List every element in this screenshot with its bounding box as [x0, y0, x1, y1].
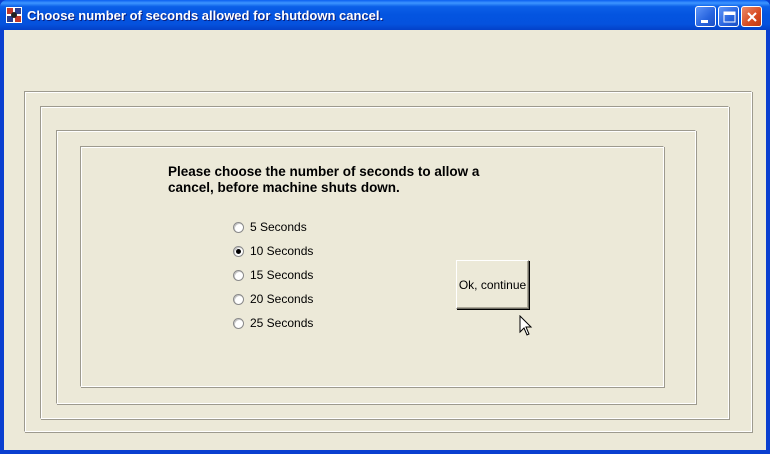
prompt-line-2: cancel, before machine shuts down.: [168, 180, 400, 195]
mouse-pointer-icon: [519, 315, 533, 336]
radio-button[interactable]: [233, 293, 244, 305]
radio-button[interactable]: [233, 317, 244, 329]
prompt-line-1: Please choose the number of seconds to a…: [168, 164, 480, 179]
radio-button[interactable]: [233, 221, 244, 233]
minimize-icon: [701, 20, 708, 23]
title-bar[interactable]: Choose number of seconds allowed for shu…: [0, 0, 770, 30]
app-icon[interactable]: [6, 7, 22, 23]
radio-button-selected[interactable]: [233, 245, 244, 257]
radio-selected-dot: [236, 248, 241, 254]
maximize-button[interactable]: [718, 6, 739, 27]
radio-button[interactable]: [233, 269, 244, 281]
client-area: Please choose the number of seconds to a…: [4, 30, 766, 450]
radio-label[interactable]: 5 Seconds: [250, 220, 307, 234]
radio-25-seconds[interactable]: 25 Seconds: [233, 315, 313, 331]
maximize-icon: [723, 11, 736, 23]
radio-20-seconds[interactable]: 20 Seconds: [233, 291, 313, 307]
close-icon: [747, 12, 757, 22]
radio-label[interactable]: 10 Seconds: [250, 244, 313, 258]
radio-10-seconds[interactable]: 10 Seconds: [233, 243, 313, 259]
close-button[interactable]: [741, 6, 762, 27]
window-title: Choose number of seconds allowed for shu…: [27, 8, 384, 23]
radio-label[interactable]: 20 Seconds: [250, 292, 313, 306]
radio-label[interactable]: 15 Seconds: [250, 268, 313, 282]
minimize-button[interactable]: [695, 6, 716, 27]
radio-label[interactable]: 25 Seconds: [250, 316, 313, 330]
ok-continue-button[interactable]: Ok, continue: [456, 260, 529, 309]
prompt-text: Please choose the number of seconds to a…: [168, 164, 528, 196]
radio-15-seconds[interactable]: 15 Seconds: [233, 267, 313, 283]
dialog-window: Choose number of seconds allowed for shu…: [0, 0, 770, 454]
radio-5-seconds[interactable]: 5 Seconds: [233, 219, 307, 235]
